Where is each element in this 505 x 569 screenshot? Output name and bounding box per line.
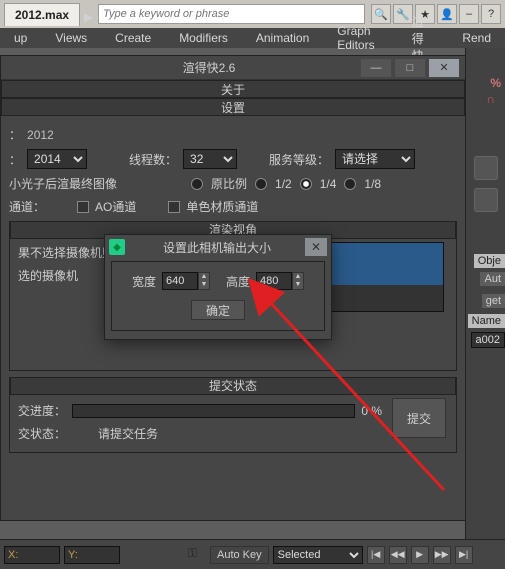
menu-modifiers[interactable]: Modifiers xyxy=(165,29,242,47)
panel-icon-2[interactable] xyxy=(474,188,498,212)
file-version-value: 2012 xyxy=(27,128,54,142)
magnet-icon[interactable]: ∩ xyxy=(486,92,495,106)
file-tab[interactable]: 2012.max xyxy=(4,3,80,26)
channel-label: 通道： xyxy=(9,198,45,215)
output-size-dialog: ◆ 设置此相机输出大小 ✕ 宽度 ▲▼ 高度 ▲▼ 确定 xyxy=(104,234,332,340)
menu-create[interactable]: Create xyxy=(101,29,165,47)
width-label: 宽度 xyxy=(132,273,156,290)
percent-label: % xyxy=(490,76,501,90)
ao-channel-label: AO通道 xyxy=(95,198,136,215)
ratio-2-radio[interactable] xyxy=(255,178,267,190)
submit-status-legend: 提交状态 xyxy=(10,377,456,395)
menubar: up Views Create Modifiers Animation Grap… xyxy=(0,28,505,48)
ratio-8-radio[interactable] xyxy=(344,178,356,190)
progress-bar xyxy=(72,404,355,418)
service-label: 服务等级： xyxy=(269,151,329,168)
status-value: 请提交任务 xyxy=(98,425,158,442)
coord-y[interactable]: Y: xyxy=(64,546,120,564)
key-icon[interactable]: ⚿ xyxy=(188,546,206,564)
singlecolor-label: 单色材质通道 xyxy=(186,198,258,215)
menu-up[interactable]: up xyxy=(0,29,41,47)
threads-label: 线程数： xyxy=(129,151,177,168)
ratio-8-label: 1/8 xyxy=(364,177,381,191)
panel-name-label: Name xyxy=(468,314,505,328)
menu-views[interactable]: Views xyxy=(41,29,101,47)
minimize-button[interactable]: — xyxy=(361,59,391,77)
width-spinner[interactable]: ▲▼ xyxy=(198,272,210,290)
next-frame-button[interactable]: ▶▶ xyxy=(433,546,451,564)
status-label: 交状态： xyxy=(18,425,66,442)
vray-version-select[interactable]: 2014 xyxy=(27,149,87,169)
ratio-4-radio[interactable] xyxy=(300,178,312,190)
no-camera-hint: 果不选择摄像机则 xyxy=(18,244,114,261)
autokey-button[interactable]: Auto Key xyxy=(210,546,269,564)
ratio-original-radio[interactable] xyxy=(191,178,203,190)
ok-button[interactable]: 确定 xyxy=(191,300,245,320)
menu-graph-editors[interactable]: Graph Editors xyxy=(323,22,397,54)
panel-obj-label: Obje xyxy=(474,254,505,268)
dash-icon[interactable]: – xyxy=(459,4,479,24)
play-button[interactable]: ▶ xyxy=(411,546,429,564)
prev-frame-button[interactable]: ◀◀ xyxy=(389,546,407,564)
panel-icon-1[interactable] xyxy=(474,156,498,180)
menu-rendering[interactable]: Rend xyxy=(448,29,505,47)
width-input[interactable] xyxy=(162,272,198,290)
plugin-titlebar: 渲得快2.6 — □ ✕ xyxy=(1,56,465,80)
dialog-app-icon: ◆ xyxy=(109,239,125,255)
threads-select[interactable]: 32 xyxy=(183,149,237,169)
section-about[interactable]: 关于 xyxy=(1,80,465,98)
goto-start-button[interactable]: |◀ xyxy=(367,546,385,564)
dialog-title: 设置此相机输出大小 xyxy=(129,239,305,256)
small-photon-label: 小光子后渲最终图像 xyxy=(9,175,117,192)
selected-camera-label: 选的摄像机 xyxy=(18,267,78,284)
search-input[interactable] xyxy=(98,4,365,24)
dialog-close-button[interactable]: ✕ xyxy=(305,238,327,256)
height-label: 高度 xyxy=(226,273,250,290)
maximize-button[interactable]: □ xyxy=(395,59,425,77)
key-mode-select[interactable]: Selected xyxy=(273,546,363,564)
plugin-title: 渲得快2.6 xyxy=(57,59,361,76)
submit-button[interactable]: 提交 xyxy=(392,398,446,438)
ao-channel-checkbox[interactable] xyxy=(77,201,89,213)
height-input[interactable] xyxy=(256,272,292,290)
height-spinner[interactable]: ▲▼ xyxy=(292,272,304,290)
binoculars-icon[interactable]: 🔍 xyxy=(371,4,391,24)
submit-status-group: 提交状态 交进度： 0 % 交状态： 请提交任务 提交 xyxy=(9,377,457,453)
right-command-panel: % ∩ xyxy=(465,48,505,569)
service-level-select[interactable]: 请选择 xyxy=(335,149,415,169)
coord-x[interactable]: X: xyxy=(4,546,60,564)
goto-end-button[interactable]: ▶| xyxy=(455,546,473,564)
ratio-4-label: 1/4 xyxy=(320,177,337,191)
panel-get-label: get xyxy=(482,294,505,308)
close-button[interactable]: ✕ xyxy=(429,59,459,77)
panel-a002-value: a002 xyxy=(471,332,505,348)
section-settings[interactable]: 设置 xyxy=(1,98,465,116)
statusbar: X: Y: ⚿ Auto Key Selected |◀ ◀◀ ▶ ▶▶ ▶| xyxy=(0,539,505,569)
help-icon[interactable]: ? xyxy=(481,4,501,24)
menu-animation[interactable]: Animation xyxy=(242,29,323,47)
search-container xyxy=(98,4,365,24)
ratio-2-label: 1/2 xyxy=(275,177,292,191)
panel-aut-label: Aut xyxy=(480,272,505,286)
progress-label: 交进度： xyxy=(18,402,66,419)
progress-value: 0 % xyxy=(361,404,382,418)
ratio-original-label: 原比例 xyxy=(211,175,247,192)
singlecolor-checkbox[interactable] xyxy=(168,201,180,213)
